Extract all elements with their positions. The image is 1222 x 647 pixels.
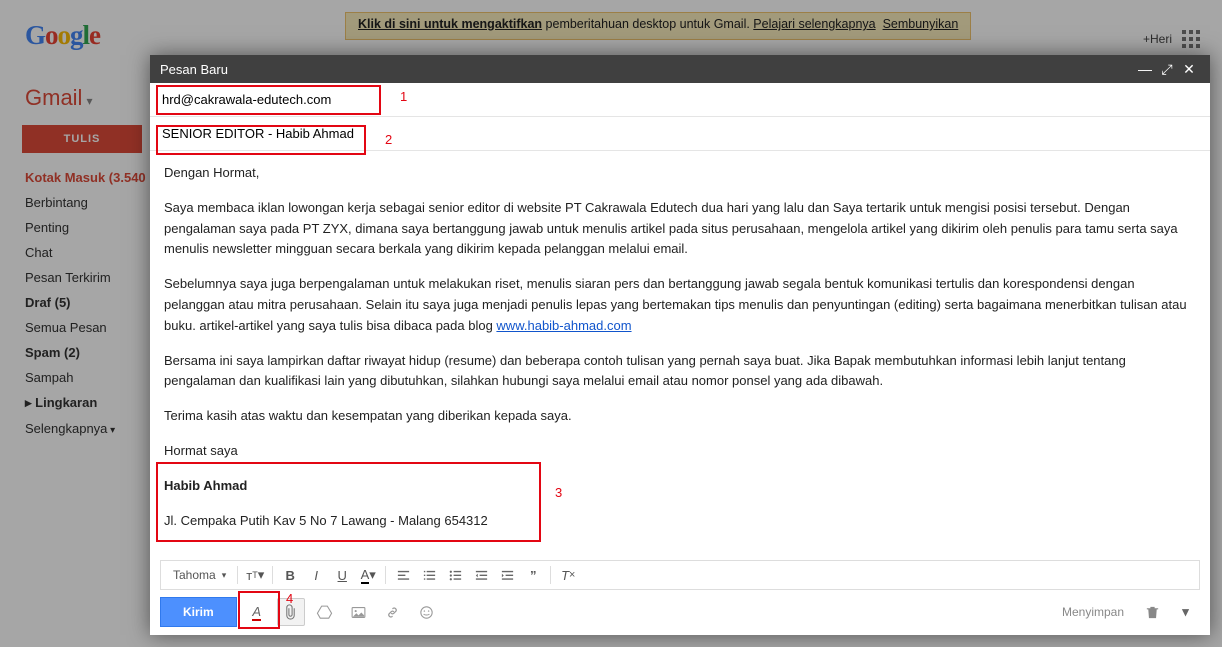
close-icon[interactable]: ✕ [1178, 61, 1200, 78]
discard-icon[interactable] [1138, 598, 1166, 626]
body-p2: Sebelumnya saya juga berpengalaman untuk… [164, 274, 1196, 336]
photo-icon[interactable] [345, 598, 373, 626]
underline-icon[interactable]: U [330, 563, 354, 587]
minimize-icon[interactable]: — [1134, 61, 1156, 77]
compose-title: Pesan Baru [160, 62, 1134, 77]
body-greeting: Dengan Hormat, [164, 163, 1196, 184]
compose-window: Pesan Baru — ⤢ ✕ Dengan Hormat, Saya mem… [150, 55, 1210, 635]
body-p5: Hormat saya [164, 441, 1196, 462]
signature-address: Jl. Cempaka Putih Kav 5 No 7 Lawang - Ma… [164, 511, 1196, 531]
popout-icon[interactable]: ⤢ [1156, 61, 1178, 78]
body-p3: Bersama ini saya lampirkan daftar riwaya… [164, 351, 1196, 393]
quote-icon[interactable]: ” [521, 563, 545, 587]
italic-icon[interactable]: I [304, 563, 328, 587]
message-body[interactable]: Dengan Hormat, Saya membaca iklan lowong… [150, 151, 1210, 531]
body-p1: Saya membaca iklan lowongan kerja sebaga… [164, 198, 1196, 260]
body-p4: Terima kasih atas waktu dan kesempatan y… [164, 406, 1196, 427]
signature-name: Habib Ahmad [164, 476, 1196, 497]
to-field[interactable] [150, 83, 1210, 116]
remove-format-icon[interactable]: T× [556, 563, 580, 587]
formatting-toolbar: Tahoma тT▾ B I U A▾ ” T× [160, 560, 1200, 590]
format-toggle-icon[interactable]: A [243, 598, 271, 626]
indent-more-icon[interactable] [495, 563, 519, 587]
bold-icon[interactable]: B [278, 563, 302, 587]
font-family-dropdown[interactable]: Tahoma [167, 568, 232, 582]
send-button[interactable]: Kirim [160, 597, 237, 627]
indent-less-icon[interactable] [469, 563, 493, 587]
text-color-icon[interactable]: A▾ [356, 563, 380, 587]
blog-link[interactable]: www.habib-ahmad.com [496, 318, 631, 333]
drive-icon[interactable] [311, 598, 339, 626]
attach-icon[interactable] [277, 598, 305, 626]
saving-status: Menyimpan [1062, 605, 1124, 619]
ordered-list-icon[interactable] [417, 563, 441, 587]
bullet-list-icon[interactable] [443, 563, 467, 587]
emoji-icon[interactable] [413, 598, 441, 626]
link-icon[interactable] [379, 598, 407, 626]
compose-actions: Kirim A Menyimpan ▾ [160, 595, 1200, 629]
font-size-icon[interactable]: тT▾ [243, 563, 267, 587]
more-options-icon[interactable]: ▾ [1172, 598, 1200, 626]
subject-field[interactable] [150, 117, 1210, 150]
align-icon[interactable] [391, 563, 415, 587]
